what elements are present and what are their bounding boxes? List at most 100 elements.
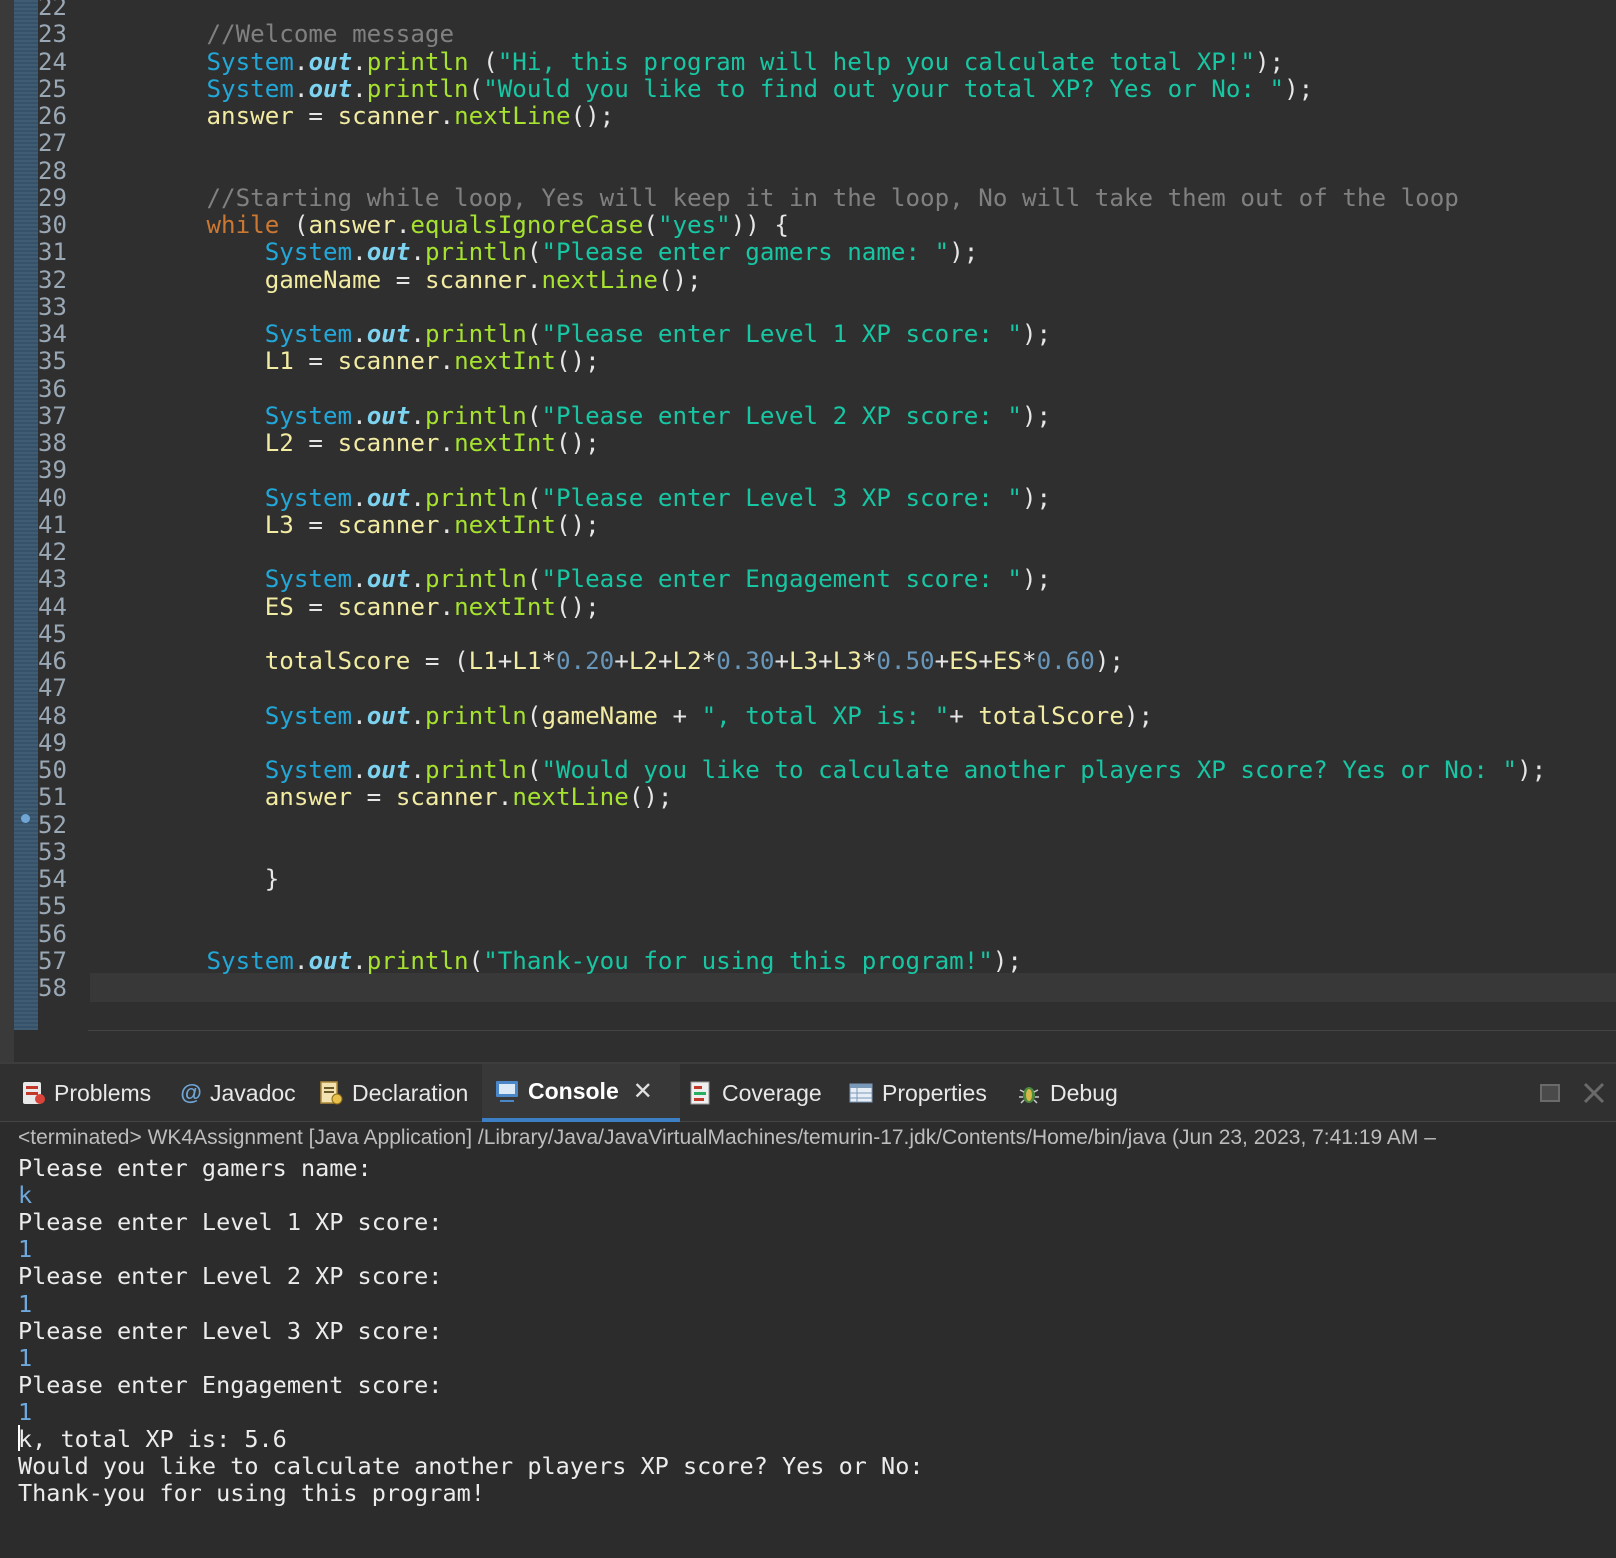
code-token: System [206,47,294,76]
code-token: nextInt [454,429,556,457]
code-text-area[interactable]: //Welcome message System.out.println ("H… [90,0,1616,1030]
code-token: . [395,211,411,239]
code-line: totalScore = (L1+L1*0.20+L2+L2*0.30+L3+L… [90,647,1124,675]
code-token: } [90,865,280,893]
tab-properties-label: Properties [882,1079,987,1106]
code-token: nextLine [541,265,658,294]
code-token: L1 [512,647,542,675]
tab-problems-label: Problems [54,1079,152,1106]
line-number: 48 [38,701,67,730]
code-token: ( [643,211,658,239]
code-token: ( [279,211,309,239]
tab-javadoc[interactable]: @ Javadoc [180,1064,296,1122]
code-token: + [818,647,833,675]
code-token: * [1022,647,1037,675]
code-token: ); [1094,647,1124,675]
console-output-line: Thank-you for using this program! [18,1479,485,1508]
line-number: 40 [38,483,67,512]
code-token: nextLine [512,783,629,812]
code-token: answer [206,102,294,130]
line-number: 27 [38,129,67,158]
code-token: = [352,783,396,812]
code-token: = ( [410,647,469,675]
console-input-line: 1 [18,1235,33,1264]
tab-declaration[interactable]: Declaration [318,1064,468,1122]
code-token: println [366,946,469,975]
code-token: . [352,483,367,512]
editor-horizontal-scrollbar[interactable] [88,1030,1616,1062]
code-token: = [293,347,338,376]
code-token: . [352,74,367,103]
console-output-line: Would you like to calculate another play… [18,1452,924,1481]
line-number: 24 [38,47,67,76]
tab-coverage[interactable]: Coverage [688,1064,822,1122]
code-token: + [614,647,629,675]
maximize-icon[interactable] [1538,1081,1562,1105]
line-number: 57 [38,946,67,975]
line-number: 56 [38,919,67,948]
code-editor[interactable]: 22 23 24 25 26 27 28 29 30 31 32 33 34 35 36 37 38 39 40 41… [0,0,1616,1062]
line-number: 42 [38,538,67,566]
code-line: answer = scanner.nextLine(); [90,102,615,130]
code-token: L3 [789,647,819,675]
code-token: 0.20 [556,647,615,675]
code-token: totalScore [264,647,411,675]
code-token: + [949,701,979,730]
declaration-icon [318,1080,344,1106]
code-token: (); [657,265,702,294]
line-number: 23 [38,20,67,49]
code-token: = [293,429,338,457]
code-token: = [381,265,425,294]
code-token: . [352,401,367,430]
code-token: ); [949,238,979,267]
code-token: "Would you like to find out your total X… [483,74,1285,103]
code-token: scanner [424,265,527,294]
line-number: 47 [38,674,67,703]
tab-properties[interactable]: Properties [848,1064,987,1122]
panel-tab-bar: Problems @ Javadoc Declaration Console ✕… [0,1064,1616,1122]
code-token: . [439,347,455,376]
tab-coverage-label: Coverage [722,1079,822,1106]
tab-problems[interactable]: Problems [20,1064,151,1122]
code-token: System [264,756,353,784]
code-token: ); [1022,320,1052,348]
tab-debug[interactable]: Debug [1016,1064,1118,1122]
code-line: System.out.println("Would you like to fi… [90,74,1314,103]
code-token: . [352,756,367,784]
code-token: //Welcome message [90,20,455,49]
code-token: = [293,592,338,621]
code-token: ); [1022,565,1052,594]
code-token: . [352,320,367,348]
tab-declaration-label: Declaration [352,1079,469,1106]
panel-controls [1506,1064,1616,1122]
code-token: . [410,401,425,430]
code-token: "Would you like to calculate another pla… [541,756,1518,784]
code-token: out [308,946,353,975]
code-token: println [424,401,527,430]
line-number: 46 [38,647,67,675]
code-token: println [366,47,469,76]
code-token: ES [992,647,1022,675]
code-line: L1 = scanner.nextInt(); [90,347,600,375]
tab-debug-label: Debug [1050,1079,1118,1106]
code-token: "yes" [657,211,731,239]
code-token: . [352,701,367,730]
line-number: 39 [38,456,67,485]
code-token: out [366,238,411,267]
code-line: answer = scanner.nextLine(); [90,783,673,811]
code-token: out [308,47,353,76]
minimize-close-icon[interactable] [1582,1081,1606,1105]
code-token: 0.30 [716,647,775,675]
editor-scroll-corner [14,1030,88,1062]
tab-console[interactable]: Console ✕ [482,1064,680,1122]
close-icon[interactable]: ✕ [633,1077,653,1106]
breakpoint-marker-icon[interactable] [21,814,30,823]
code-token: out [366,565,411,594]
